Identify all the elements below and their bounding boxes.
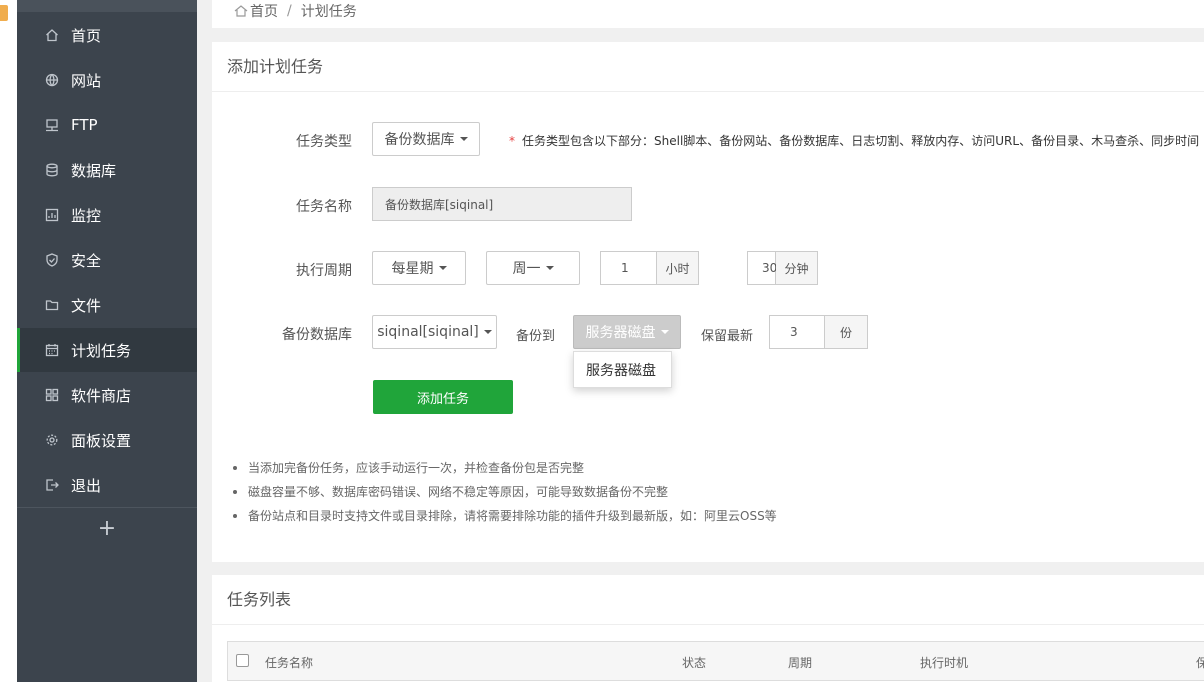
sidebar-item-ftp[interactable]: FTP <box>17 103 197 147</box>
sidebar-item-database[interactable]: 数据库 <box>17 148 197 192</box>
period-label: 执行周期 <box>296 263 352 279</box>
left-edge-strip <box>0 0 17 682</box>
sidebar-top-bar <box>17 0 197 12</box>
keep-count-group: 3 份 <box>769 315 868 349</box>
task-list-panel: 任务列表 任务名称 状态 周期 执行时机 保 <box>212 575 1204 682</box>
home-icon <box>234 5 248 17</box>
task-name-label: 任务名称 <box>296 199 352 215</box>
gear-icon <box>45 433 59 447</box>
chevron-down-icon <box>459 137 468 141</box>
logout-icon <box>45 478 59 492</box>
sidebar-item-files[interactable]: 文件 <box>17 283 197 327</box>
monitor-icon <box>45 208 59 222</box>
sidebar-item-website[interactable]: 网站 <box>17 58 197 102</box>
task-type-value: 备份数据库 <box>384 132 455 148</box>
breadcrumb-separator: / <box>287 3 292 19</box>
hour-unit: 小时 <box>657 252 698 284</box>
list-item: 磁盘容量不够、数据库密码错误、网络不稳定等原因，可能导致数据备份不完整 <box>232 480 777 504</box>
weekday-dropdown[interactable]: 周一 <box>486 251 580 285</box>
sidebar-item-label: 文件 <box>71 296 102 315</box>
shield-icon <box>45 253 59 267</box>
add-menu-button[interactable]: + <box>17 507 197 549</box>
sidebar-item-label: 安全 <box>71 251 102 270</box>
folder-icon <box>45 298 59 312</box>
chevron-down-icon <box>483 330 492 334</box>
breadcrumb-current: 计划任务 <box>300 4 357 20</box>
list-item: 备份站点和目录时支持文件或目录排除，请将需要排除功能的插件升级到最新版，如：阿里… <box>232 504 777 528</box>
keep-count-input[interactable]: 3 <box>770 316 825 348</box>
cycle-dropdown[interactable]: 每星期 <box>372 251 466 285</box>
backup-to-label: 备份到 <box>516 329 556 344</box>
table-header: 任务名称 状态 周期 执行时机 保 <box>227 641 1204 681</box>
task-type-label: 任务类型 <box>296 134 352 150</box>
cycle-value: 每星期 <box>391 261 434 277</box>
backup-db-label: 备份数据库 <box>282 327 352 343</box>
sidebar-item-label: 数据库 <box>71 161 117 180</box>
sidebar: 首页 网站 FTP 数据库 监控 安全 文件 计划任务 软件商店 面板设置 退出… <box>17 0 197 682</box>
database-dropdown[interactable]: siqinal[siqinal] <box>372 315 497 349</box>
task-type-hint: * 任务类型包含以下部分：Shell脚本、备份网站、备份数据库、日志切割、释放内存… <box>509 132 1199 149</box>
ftp-server-icon <box>45 118 59 132</box>
column-header-exec-time[interactable]: 执行时机 <box>920 654 968 671</box>
main-content: 首页 / 计划任务 添加计划任务 任务类型 备份数据库 * 任务类型包含以下部分：… <box>197 0 1204 682</box>
backup-target-option[interactable]: 服务器磁盘 <box>573 351 672 388</box>
add-task-button[interactable]: 添加任务 <box>373 380 513 414</box>
minute-input-group: 30 分钟 <box>747 251 818 285</box>
add-task-panel: 添加计划任务 任务类型 备份数据库 * 任务类型包含以下部分：Shell脚本、备份… <box>212 42 1204 562</box>
calendar-icon <box>45 343 59 357</box>
sidebar-item-logout[interactable]: 退出 <box>17 463 197 507</box>
column-header-period[interactable]: 周期 <box>788 654 812 671</box>
chevron-down-icon <box>660 330 669 334</box>
task-type-hint-text: 任务类型包含以下部分：Shell脚本、备份网站、备份数据库、日志切割、释放内存、… <box>522 134 1200 148</box>
sidebar-item-label: FTP <box>71 116 98 134</box>
sidebar-item-label: 计划任务 <box>71 341 132 360</box>
database-value: siqinal[siqinal] <box>377 324 479 340</box>
keep-count-unit: 份 <box>825 316 867 348</box>
column-header-task-name[interactable]: 任务名称 <box>265 654 313 671</box>
globe-icon <box>45 73 59 87</box>
home-icon <box>45 28 59 42</box>
backup-target-value: 服务器磁盘 <box>585 325 656 341</box>
column-header-backup[interactable]: 保 <box>1196 654 1204 671</box>
task-type-dropdown[interactable]: 备份数据库 <box>372 122 480 156</box>
list-item: 当添加完备份任务，应该手动运行一次，并检查备份包是否完整 <box>232 456 777 480</box>
breadcrumb: 首页 / 计划任务 <box>212 0 1204 28</box>
minute-unit: 分钟 <box>776 252 817 284</box>
notes-list: 当添加完备份任务，应该手动运行一次，并检查备份包是否完整 磁盘容量不够、数据库密… <box>232 456 777 528</box>
sidebar-item-label: 退出 <box>71 476 102 495</box>
sidebar-item-label: 面板设置 <box>71 431 132 450</box>
hour-input-group: 1 小时 <box>600 251 699 285</box>
task-list-title: 任务列表 <box>212 575 1204 625</box>
column-header-status[interactable]: 状态 <box>682 654 706 671</box>
sidebar-item-security[interactable]: 安全 <box>17 238 197 282</box>
breadcrumb-home-link[interactable]: 首页 <box>250 1 278 21</box>
sidebar-item-cron[interactable]: 计划任务 <box>17 328 197 372</box>
task-name-input[interactable]: 备份数据库[siqinal] <box>372 187 632 221</box>
add-task-title: 添加计划任务 <box>212 42 1204 92</box>
keep-latest-label: 保留最新 <box>701 329 754 344</box>
sidebar-item-label: 监控 <box>71 206 102 225</box>
required-star: * <box>509 134 515 148</box>
apps-grid-icon <box>45 388 59 402</box>
minute-input[interactable]: 30 <box>748 252 777 284</box>
select-all-checkbox[interactable] <box>236 654 249 667</box>
sidebar-item-panel-settings[interactable]: 面板设置 <box>17 418 197 462</box>
weekday-value: 周一 <box>512 261 541 277</box>
sidebar-item-label: 网站 <box>71 71 102 90</box>
chevron-down-icon <box>545 266 554 270</box>
chevron-down-icon <box>438 266 447 270</box>
notification-badge[interactable] <box>0 5 8 21</box>
backup-target-dropdown[interactable]: 服务器磁盘 <box>573 315 681 349</box>
sidebar-item-label: 首页 <box>71 26 102 45</box>
sidebar-item-home[interactable]: 首页 <box>17 13 197 57</box>
hour-input[interactable]: 1 <box>601 252 657 284</box>
database-icon <box>45 163 59 177</box>
sidebar-item-app-store[interactable]: 软件商店 <box>17 373 197 417</box>
sidebar-item-monitor[interactable]: 监控 <box>17 193 197 237</box>
sidebar-item-label: 软件商店 <box>71 386 132 405</box>
